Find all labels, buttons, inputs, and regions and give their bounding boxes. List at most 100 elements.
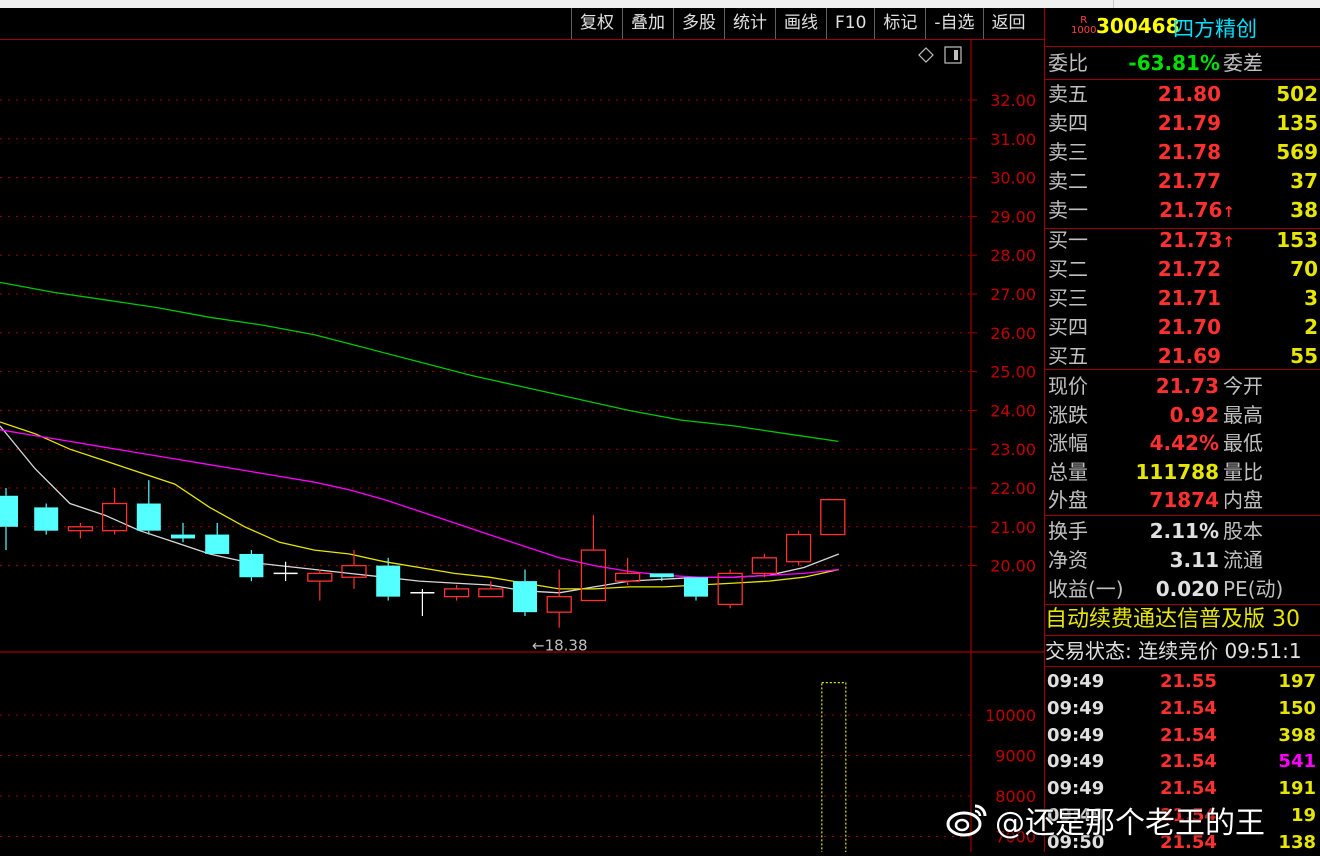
tick-row: 09:49 21.54 150	[1045, 695, 1320, 722]
bids-price-text: 21.69	[1157, 344, 1221, 368]
stat-label2: 量比	[1223, 459, 1263, 484]
volume-tick-label: 10000	[985, 706, 1036, 725]
asks-price: 21.76↑	[1149, 196, 1235, 226]
panel-divider	[1045, 228, 1320, 229]
fund-row-1: 净资 3.11 流通	[1045, 546, 1320, 574]
bids-price: 21.69	[1149, 342, 1221, 370]
panel-divider	[1045, 515, 1320, 516]
kline-chart[interactable]: ←18.38 32.00 31.00 30.00 29.00 28.00 27.00 26.…	[0, 0, 1045, 852]
candle	[341, 550, 367, 589]
stock-code: 300468	[1096, 14, 1180, 38]
candle	[614, 557, 641, 585]
tick-price: 21.54	[1160, 751, 1217, 773]
price-tick-label: 30.00	[990, 169, 1036, 188]
stat-row-4: 外盘 71874 内盘	[1045, 486, 1320, 514]
bids-row-3[interactable]: 买三 21.71 3	[1045, 284, 1320, 312]
bids-label: 买二	[1048, 257, 1088, 281]
chart-corner-icons[interactable]	[918, 46, 962, 64]
price-tick-label: 20.00	[990, 557, 1036, 576]
stat-value: 71874	[1149, 488, 1219, 512]
price-tick-label: 28.00	[990, 246, 1036, 265]
panel-divider	[1045, 369, 1320, 370]
stat-row-0: 现价 21.73 今开	[1045, 372, 1320, 400]
weibi-label: 委比	[1048, 51, 1088, 75]
panel-divider	[1045, 666, 1320, 667]
toolbar-button-3[interactable]: 统计	[724, 8, 775, 39]
renewal-notice[interactable]: 自动续费通达信普及版 30	[1045, 605, 1320, 635]
diamond-icon[interactable]	[918, 47, 934, 63]
price-axis: 32.00 31.00 30.00 29.00 28.00 27.00 26.00 25.00…	[971, 91, 1036, 576]
candle	[751, 553, 778, 578]
price-tick-label: 23.00	[990, 440, 1036, 459]
bids-row-1[interactable]: 买一 21.73↑ 153	[1045, 226, 1320, 254]
up-arrow-icon: ↑	[1222, 203, 1235, 221]
moving-average-lines	[0, 281, 840, 594]
tick-row: 09:49 21.54 541	[1045, 748, 1320, 775]
candle	[785, 530, 812, 566]
price-tick-label: 32.00	[990, 91, 1036, 110]
panel-toggle-icon[interactable]	[944, 46, 962, 64]
price-tick-label: 27.00	[990, 285, 1036, 304]
candle	[684, 577, 708, 601]
candle	[34, 503, 59, 535]
watermark-text: @还是那个老王的王	[995, 806, 1265, 841]
asks-label: 卖五	[1048, 82, 1088, 106]
top-strip-divider	[1113, 0, 1114, 8]
bids-row-5[interactable]: 买五 21.69 55	[1045, 342, 1320, 370]
bids-price: 21.72	[1149, 255, 1221, 283]
toolbar-button-0[interactable]: 复权	[571, 8, 622, 39]
asks-row-5[interactable]: 卖一 21.76↑ 38	[1045, 196, 1320, 224]
bids-label: 买三	[1048, 286, 1088, 310]
toolbar-button-1[interactable]: 叠加	[622, 8, 673, 39]
asks-row-3[interactable]: 卖三 21.78 569	[1045, 138, 1320, 166]
stat-value: 111788	[1135, 459, 1220, 484]
candle	[580, 515, 607, 602]
fund-label2: 股本	[1223, 519, 1263, 543]
candle	[0, 488, 18, 551]
fund-label: 换手	[1048, 519, 1088, 543]
asks-row-4[interactable]: 卖二 21.77 37	[1045, 167, 1320, 195]
tick-time: 09:49	[1047, 671, 1105, 692]
stat-value: 0.92	[1169, 402, 1219, 427]
tick-volume: 541	[1278, 751, 1316, 773]
candle	[513, 569, 537, 617]
asks-row-1[interactable]: 卖五 21.80 502	[1045, 80, 1320, 108]
asks-row-2[interactable]: 卖四 21.79 135	[1045, 109, 1320, 137]
low-annotation-value: 18.38	[545, 636, 588, 654]
candle	[410, 588, 435, 617]
asks-price-text: 21.79	[1157, 111, 1221, 135]
bids-label: 买一	[1048, 228, 1088, 252]
toolbar-button-7[interactable]: -自选	[925, 8, 982, 39]
tick-time: 09:49	[1047, 697, 1105, 719]
tick-price: 21.54	[1160, 697, 1217, 719]
toolbar-button-4[interactable]: 画线	[775, 8, 826, 39]
weibi-value: -63.81%	[1128, 51, 1220, 75]
stat-value: 21.73	[1155, 374, 1219, 398]
price-tick-label: 25.00	[990, 363, 1036, 382]
toolbar-button-8[interactable]: 返回	[982, 8, 1034, 39]
asks-price: 21.77	[1149, 167, 1221, 195]
toolbar-button-5[interactable]: F10	[826, 8, 874, 39]
fund-value: 0.020	[1155, 577, 1219, 601]
toolbar-button-2[interactable]: 多股	[673, 8, 724, 39]
toolbar-button-6[interactable]: 标记	[874, 8, 925, 39]
bids-row-4[interactable]: 买四 21.70 2	[1045, 313, 1320, 341]
tick-volume: 197	[1278, 671, 1316, 692]
asks-price-text: 21.80	[1157, 82, 1221, 106]
chart-toolbar: 复权 叠加 多股 统计 画线 F10 标记 -自选 返回	[571, 8, 1034, 39]
bids-price: 21.71	[1149, 284, 1221, 312]
fund-row-0: 换手 2.11% 股本	[1045, 517, 1320, 545]
stat-value: 4.42%	[1149, 431, 1219, 455]
stat-label2: 最高	[1223, 402, 1263, 427]
bids-price: 21.70	[1149, 313, 1221, 341]
stat-label2: 最低	[1223, 431, 1263, 455]
stock-header: R 1000 300468 四方精创	[1045, 8, 1320, 46]
bids-price-text: 21.71	[1157, 286, 1221, 310]
chart-grid	[0, 8, 1045, 852]
r-badge-bottom: 1000	[1071, 25, 1097, 36]
candle	[239, 550, 264, 582]
candle	[307, 569, 333, 601]
candle	[478, 581, 504, 598]
fund-label: 净资	[1048, 548, 1088, 572]
bids-row-2[interactable]: 买二 21.72 70	[1045, 255, 1320, 283]
